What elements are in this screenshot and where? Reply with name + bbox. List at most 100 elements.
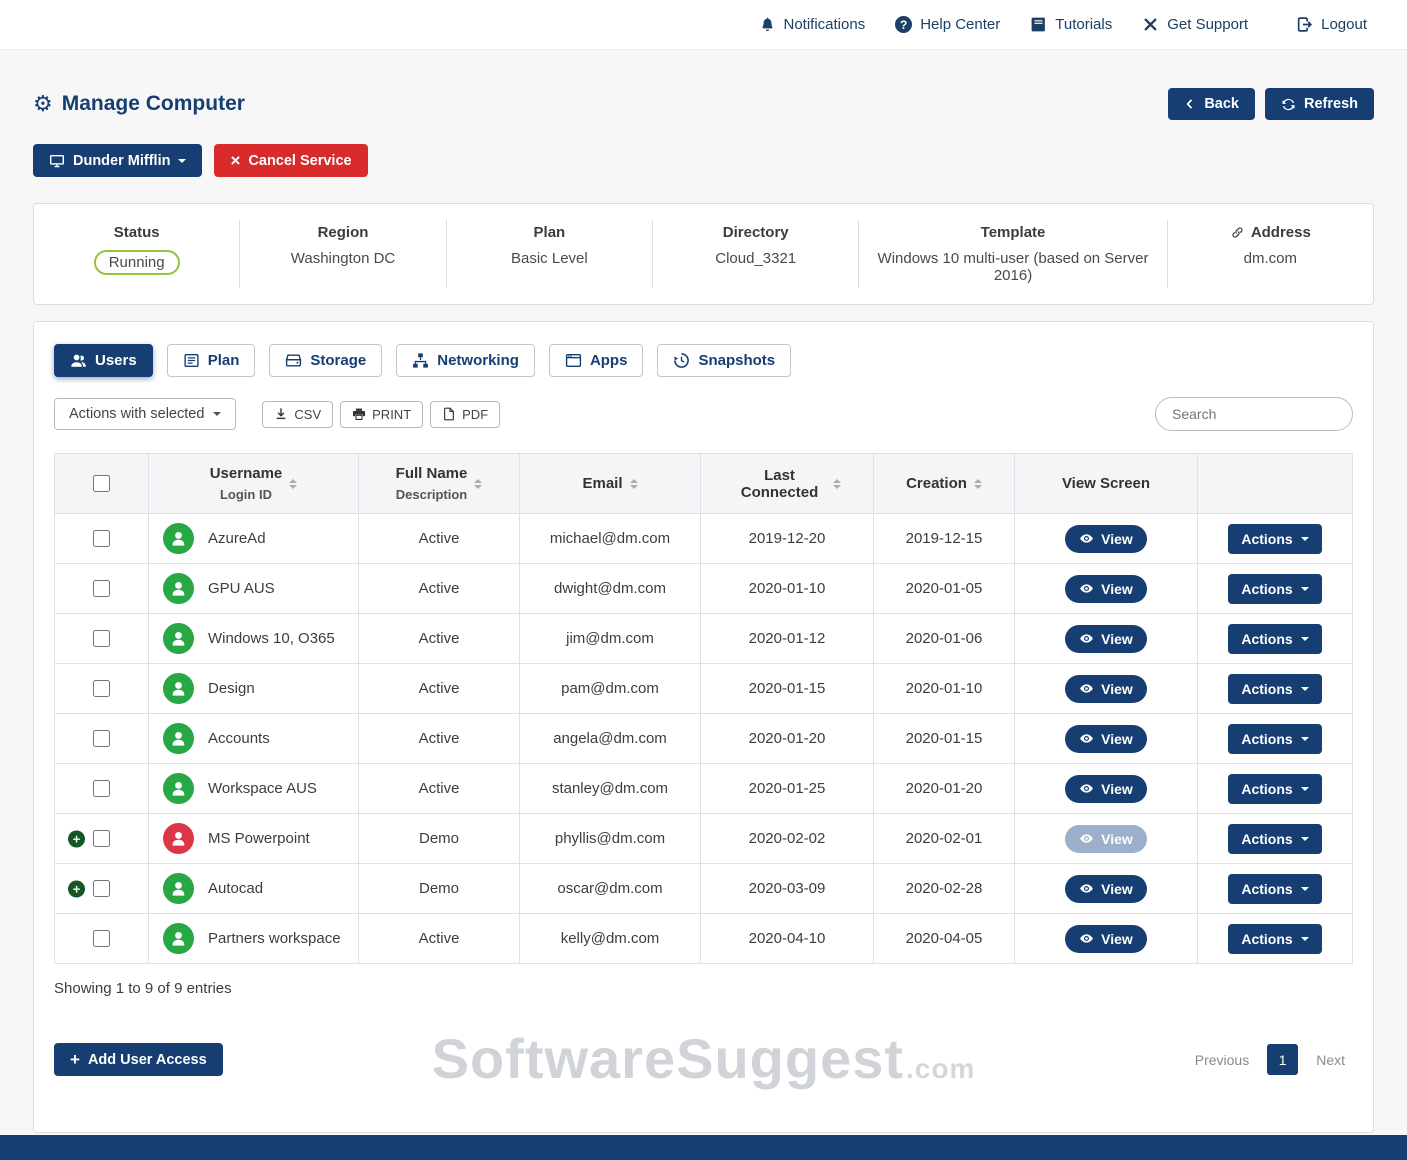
table-row: + Design Active pam@dm.com 2020-01-15 20… <box>55 664 1353 714</box>
row-actions-dropdown[interactable]: Actions <box>1228 724 1321 754</box>
view-button[interactable]: View <box>1065 925 1147 953</box>
email: stanley@dm.com <box>520 764 701 814</box>
table-row: + AzureAd Active michael@dm.com 2019-12-… <box>55 514 1353 564</box>
full-name: Active <box>359 564 520 614</box>
row-checkbox[interactable] <box>93 780 110 797</box>
table-row: + Autocad Demo oscar@dm.com 2020-03-09 2… <box>55 864 1353 914</box>
tab-snapshots[interactable]: Snapshots <box>657 344 791 377</box>
nav-logout[interactable]: Logout <box>1296 16 1367 33</box>
footer-bar <box>0 1135 1407 1160</box>
storage-icon <box>285 352 302 369</box>
tab-storage[interactable]: Storage <box>269 344 382 377</box>
row-actions-dropdown[interactable]: Actions <box>1228 674 1321 704</box>
creation-date: 2020-01-05 <box>874 564 1015 614</box>
row-checkbox[interactable] <box>93 930 110 947</box>
gear-icon: ⚙ <box>33 93 53 115</box>
nav-help-center[interactable]: ? Help Center <box>895 16 1000 33</box>
bell-icon <box>759 16 776 33</box>
print-button[interactable]: PRINT <box>340 401 423 428</box>
search-input[interactable] <box>1155 397 1353 431</box>
table-row: + Partners workspace Active kelly@dm.com… <box>55 914 1353 964</box>
row-checkbox[interactable] <box>93 630 110 647</box>
last-connected: 2019-12-20 <box>701 514 874 564</box>
pagination-previous[interactable]: Previous <box>1187 1046 1257 1074</box>
column-header-email[interactable]: Email <box>520 454 701 514</box>
table-toolbar: Actions with selected CSV PRINT <box>54 397 1353 431</box>
printer-icon <box>352 407 366 421</box>
pagination: Previous 1 Next <box>1187 1044 1353 1075</box>
caret-down-icon <box>1301 887 1309 891</box>
row-checkbox[interactable] <box>93 880 110 897</box>
row-checkbox[interactable] <box>93 830 110 847</box>
last-connected: 2020-03-09 <box>701 864 874 914</box>
nav-tutorials[interactable]: Tutorials <box>1030 16 1112 33</box>
row-checkbox[interactable] <box>93 730 110 747</box>
row-actions-dropdown[interactable]: Actions <box>1228 624 1321 654</box>
refresh-icon <box>1281 97 1296 112</box>
tab-bar: Users Plan Storage Networking <box>54 344 1353 377</box>
full-name: Active <box>359 614 520 664</box>
tab-networking[interactable]: Networking <box>396 344 535 377</box>
row-actions-dropdown[interactable]: Actions <box>1228 924 1321 954</box>
nav-label: Notifications <box>784 16 866 33</box>
row-actions-dropdown[interactable]: Actions <box>1228 774 1321 804</box>
tab-users[interactable]: Users <box>54 344 153 377</box>
expand-row-icon[interactable]: + <box>68 830 85 847</box>
status-badge: Running <box>94 250 180 275</box>
export-pdf-button[interactable]: PDF <box>430 401 500 428</box>
creation-date: 2020-01-10 <box>874 664 1015 714</box>
expand-row-icon[interactable]: + <box>68 880 85 897</box>
view-button[interactable]: View <box>1065 525 1147 553</box>
export-csv-button[interactable]: CSV <box>262 401 333 428</box>
row-actions-dropdown[interactable]: Actions <box>1228 874 1321 904</box>
cancel-service-button[interactable]: × Cancel Service <box>214 144 367 177</box>
refresh-button[interactable]: Refresh <box>1265 88 1374 120</box>
username: Windows 10, O365 <box>208 630 335 647</box>
column-header-view-screen: View Screen <box>1015 454 1198 514</box>
nav-notifications[interactable]: Notifications <box>759 16 866 33</box>
select-all-checkbox[interactable] <box>93 475 110 492</box>
tools-icon <box>1142 16 1159 33</box>
add-user-access-button[interactable]: + Add User Access <box>54 1043 223 1076</box>
tab-apps[interactable]: Apps <box>549 344 644 377</box>
caret-down-icon <box>1301 787 1309 791</box>
tab-plan[interactable]: Plan <box>167 344 256 377</box>
caret-down-icon <box>1301 637 1309 641</box>
eye-icon <box>1079 881 1094 896</box>
view-button[interactable]: View <box>1065 725 1147 753</box>
caret-down-icon <box>1301 537 1309 541</box>
view-button[interactable]: View <box>1065 625 1147 653</box>
row-checkbox[interactable] <box>93 680 110 697</box>
pagination-next[interactable]: Next <box>1308 1046 1353 1074</box>
column-header-creation[interactable]: Creation <box>874 454 1015 514</box>
network-icon <box>412 352 429 369</box>
column-header-username[interactable]: Username Login ID <box>149 454 359 514</box>
eye-icon <box>1079 931 1094 946</box>
back-button[interactable]: Back <box>1168 88 1255 120</box>
computer-select-dropdown[interactable]: Dunder Mifflin <box>33 144 202 177</box>
pagination-page-1[interactable]: 1 <box>1267 1044 1298 1075</box>
row-checkbox[interactable] <box>93 580 110 597</box>
full-name: Demo <box>359 814 520 864</box>
column-header-fullname[interactable]: Full Name Description <box>359 454 520 514</box>
creation-date: 2020-01-20 <box>874 764 1015 814</box>
row-actions-dropdown[interactable]: Actions <box>1228 574 1321 604</box>
column-header-last-connected[interactable]: Last Connected <box>701 454 874 514</box>
row-actions-dropdown[interactable]: Actions <box>1228 524 1321 554</box>
email: michael@dm.com <box>520 514 701 564</box>
row-checkbox[interactable] <box>93 530 110 547</box>
view-button[interactable]: View <box>1065 675 1147 703</box>
username: Design <box>208 680 255 697</box>
view-button[interactable]: View <box>1065 775 1147 803</box>
creation-date: 2020-02-01 <box>874 814 1015 864</box>
view-button[interactable]: View <box>1065 575 1147 603</box>
sort-icon <box>289 479 297 489</box>
actions-with-selected-dropdown[interactable]: Actions with selected <box>54 398 236 430</box>
link-icon <box>1230 225 1245 240</box>
view-button[interactable]: View <box>1065 875 1147 903</box>
view-button[interactable]: View <box>1065 825 1147 853</box>
full-name: Active <box>359 764 520 814</box>
nav-get-support[interactable]: Get Support <box>1142 16 1248 33</box>
user-avatar-icon <box>163 923 194 954</box>
row-actions-dropdown[interactable]: Actions <box>1228 824 1321 854</box>
